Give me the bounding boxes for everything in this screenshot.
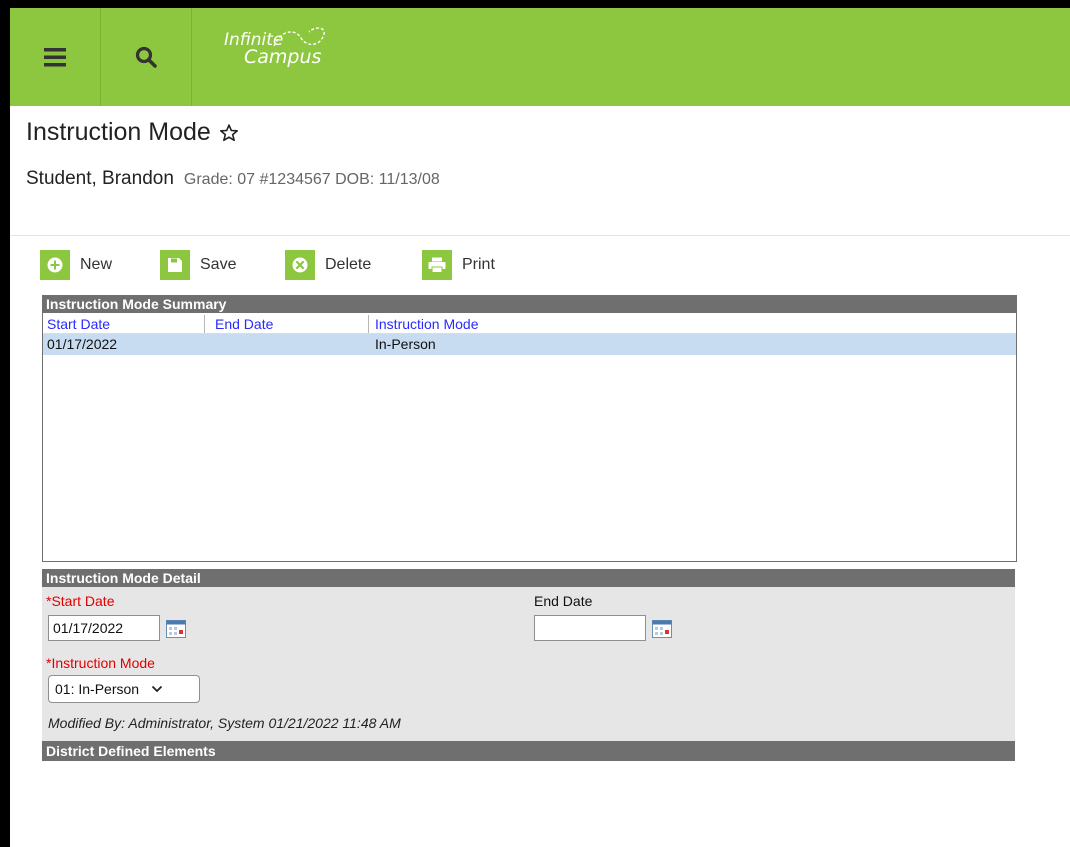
delete-button-bg (285, 250, 315, 280)
district-defined-elements-header[interactable]: District Defined Elements (42, 741, 1015, 761)
start-date-label: *Start Date (46, 593, 115, 609)
student-meta: Grade: 07 #1234567 DOB: 11/13/08 (183, 171, 440, 188)
chevron-down-icon (151, 685, 163, 693)
instruction-mode-label: *Instruction Mode (46, 655, 155, 671)
header-divider (10, 235, 1070, 236)
end-date-label: End Date (534, 593, 593, 609)
new-button[interactable]: New (40, 250, 112, 280)
summary-panel-title: Instruction Mode Summary (42, 295, 1017, 313)
instruction-mode-detail-panel: Instruction Mode Detail *Start Date End … (42, 569, 1015, 761)
search-button[interactable] (101, 8, 192, 106)
modified-by-text: Modified By: Administrator, System 01/21… (48, 715, 401, 731)
printer-icon (428, 257, 446, 273)
col-header-instruction-mode[interactable]: Instruction Mode (375, 315, 479, 333)
infinity-swoosh-icon (273, 27, 325, 47)
student-info: Student, Brandon Grade: 07 #1234567 DOB: … (26, 168, 440, 190)
new-label: New (80, 256, 113, 273)
col-header-end-date[interactable]: End Date (215, 315, 273, 333)
cell-start-date: 01/17/2022 (47, 336, 118, 352)
calendar-icon[interactable] (652, 620, 672, 638)
column-separator (368, 315, 369, 333)
print-button[interactable]: Print (422, 250, 495, 280)
plus-circle-icon (47, 257, 63, 273)
menu-button[interactable] (10, 8, 101, 106)
start-date-input[interactable] (48, 615, 160, 641)
page-title: Instruction Mode (26, 118, 211, 146)
instruction-mode-selected-value: 01: In-Person (55, 681, 140, 697)
delete-label: Delete (325, 256, 372, 273)
calendar-icon[interactable] (166, 620, 186, 638)
save-label: Save (200, 256, 237, 273)
print-button-bg (422, 250, 452, 280)
print-label: Print (462, 256, 495, 273)
floppy-disk-icon (168, 258, 182, 272)
save-button-bg (160, 250, 190, 280)
instruction-mode-summary-panel: Instruction Mode Summary Start Date End … (42, 295, 1017, 562)
column-separator (204, 315, 205, 333)
cell-instruction-mode: In-Person (375, 336, 436, 352)
star-favorite-icon[interactable] (219, 123, 239, 143)
save-button[interactable]: Save (160, 250, 236, 280)
hamburger-icon (44, 48, 66, 67)
x-circle-icon (292, 257, 308, 273)
delete-button[interactable]: Delete (285, 250, 371, 280)
summary-column-header-bar (43, 315, 1016, 334)
table-row[interactable]: 01/17/2022 In-Person (43, 334, 1016, 355)
page-title-row: Instruction Mode (26, 118, 239, 147)
top-bar: Infinite Campus (10, 8, 1070, 106)
end-date-input[interactable] (534, 615, 646, 641)
search-icon (135, 46, 157, 68)
new-button-bg (40, 250, 70, 280)
detail-panel-title: Instruction Mode Detail (42, 569, 1015, 587)
col-header-start-date[interactable]: Start Date (47, 315, 110, 333)
student-name: Student, Brandon (26, 168, 174, 189)
app-frame: Infinite Campus Instruction Mode Student… (10, 8, 1070, 847)
title-backdrop (10, 106, 651, 117)
instruction-mode-select[interactable]: 01: In-Person (48, 675, 200, 703)
